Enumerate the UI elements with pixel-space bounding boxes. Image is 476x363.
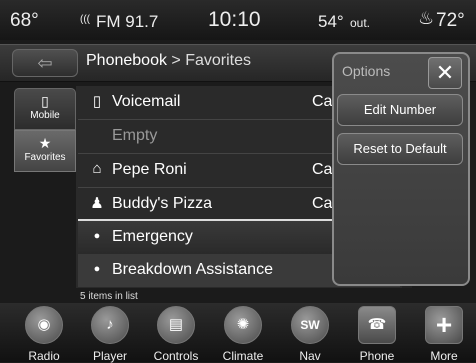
interior-temp: 68°: [10, 10, 39, 31]
tab-mobile[interactable]: ▯ Mobile: [14, 88, 76, 130]
nav-radio[interactable]: ◉ Radio: [12, 304, 76, 363]
bullet-icon: ●: [93, 230, 101, 242]
compass-icon: SW: [291, 306, 329, 344]
nav-label: Radio: [28, 349, 60, 363]
climate-temp-right[interactable]: 72°: [436, 10, 465, 32]
list-item-extra: Ca: [312, 161, 333, 178]
breadcrumb-sub: Favorites: [185, 52, 251, 69]
controls-icon: ▤: [157, 306, 195, 344]
nav-player[interactable]: ♪ Player: [78, 304, 142, 363]
tab-mobile-label: Mobile: [30, 110, 60, 121]
nav-nav[interactable]: SW Nav: [278, 304, 342, 363]
edit-number-button[interactable]: Edit Number: [337, 94, 463, 126]
nav-phone[interactable]: ☎ Phone: [345, 304, 409, 363]
item-count: 5 items in list: [80, 291, 138, 302]
clock: 10:10: [208, 8, 261, 31]
list-item-label: Emergency: [112, 228, 193, 245]
outside-temp: 54°: [318, 12, 344, 31]
nav-controls[interactable]: ▤ Controls: [144, 304, 208, 363]
nav-label: More: [430, 349, 458, 363]
tab-favorites-label: Favorites: [24, 152, 66, 163]
nav-label: Climate: [222, 349, 264, 363]
list-item-label: Pepe Roni: [112, 161, 187, 178]
back-button[interactable]: ⇦: [12, 49, 78, 77]
mobile-phone-icon: ▯: [92, 93, 102, 110]
restaurant-icon: ♟: [90, 195, 104, 212]
list-item-label: Voicemail: [112, 93, 181, 110]
music-icon: ♪: [91, 306, 129, 344]
breadcrumb-separator: >: [166, 52, 186, 69]
list-item-label: Empty: [112, 127, 158, 144]
nav-label: Nav: [299, 349, 321, 363]
nav-label: Player: [92, 349, 127, 363]
breadcrumb-title: Phonebook: [86, 52, 167, 69]
plus-icon: +: [425, 306, 463, 344]
phone-icon: ☎: [358, 306, 396, 344]
reset-to-default-button[interactable]: Reset to Default: [337, 133, 463, 165]
fan-icon: ✺: [224, 306, 262, 344]
seat-heat-icon[interactable]: ♨: [418, 8, 434, 29]
star-icon: ★: [38, 135, 52, 151]
list-item-extra: Ca: [312, 93, 333, 110]
tab-favorites[interactable]: ★ Favorites: [14, 130, 76, 172]
list-item-label: Breakdown Assistance: [112, 261, 273, 278]
outside-label: out.: [350, 16, 371, 30]
home-icon: ⌂: [92, 160, 102, 177]
close-icon[interactable]: ✕: [428, 57, 462, 89]
nav-more[interactable]: + More: [412, 304, 476, 363]
options-title: Options: [342, 63, 391, 79]
radio-icon: ◉: [25, 306, 63, 344]
bullet-icon: ●: [93, 263, 101, 275]
mobile-phone-icon: ▯: [41, 93, 49, 109]
radio-signal-icon: (((: [80, 14, 90, 25]
list-item-extra: Ca: [312, 195, 333, 212]
radio-station[interactable]: FM 91.7: [96, 12, 158, 32]
nav-climate[interactable]: ✺ Climate: [211, 304, 275, 363]
breadcrumb: Phonebook > Favorites: [86, 52, 251, 70]
list-item-label: Buddy's Pizza: [112, 195, 212, 212]
nav-label: Controls: [153, 349, 199, 363]
nav-label: Phone: [359, 349, 395, 363]
